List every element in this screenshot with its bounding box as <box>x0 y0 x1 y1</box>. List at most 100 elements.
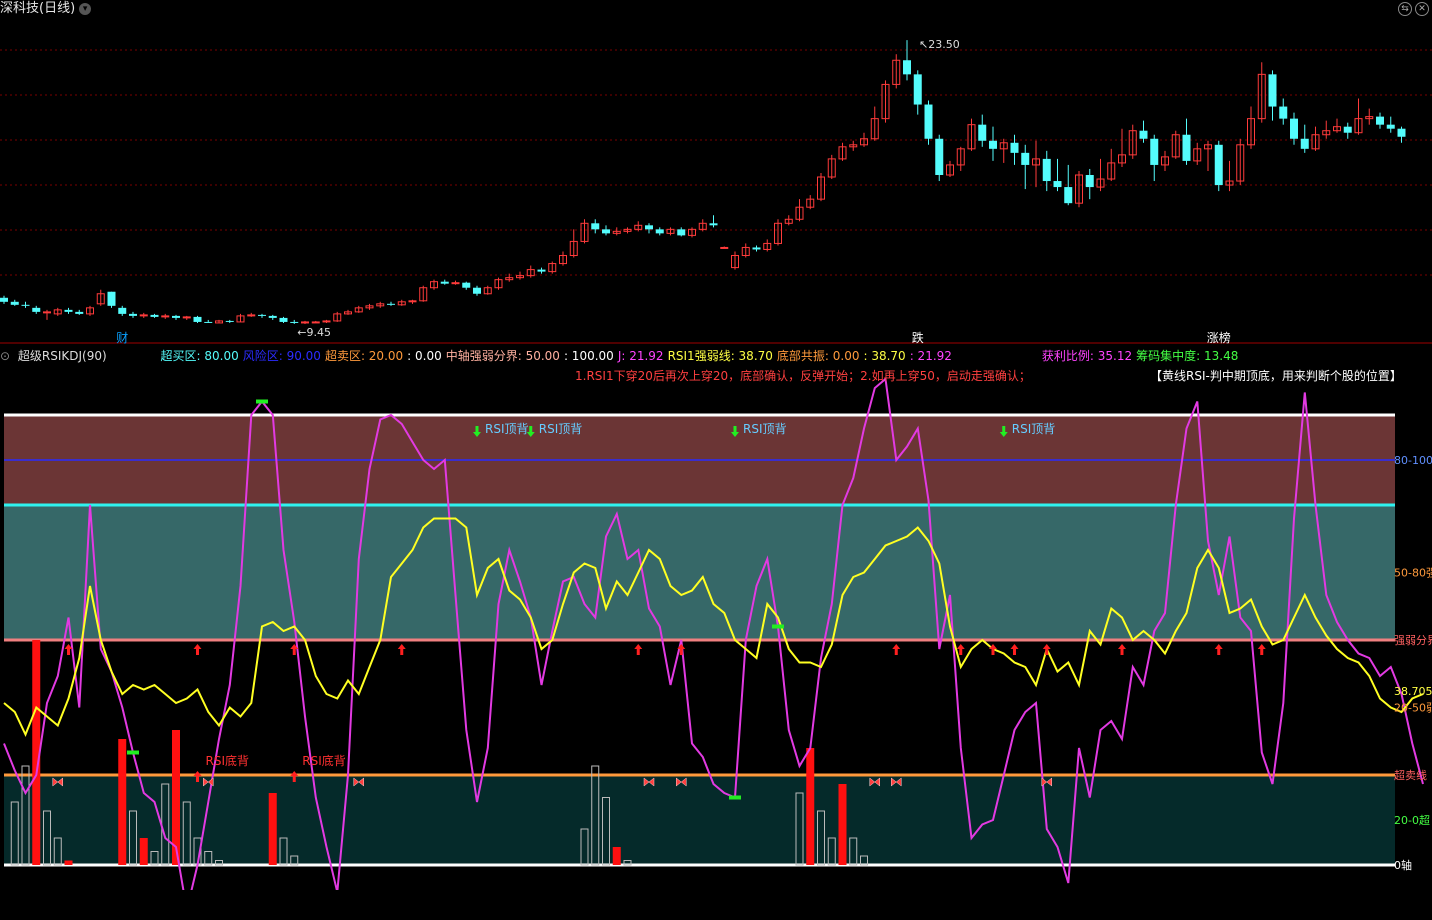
indicator-param: 底部共振: 0.00 <box>776 349 860 363</box>
buy-arrow-icon <box>1010 644 1019 655</box>
high-price-label: ↖23.50 <box>919 38 960 51</box>
candle-body-down <box>268 315 277 318</box>
histogram-bar-red <box>838 784 847 865</box>
candle-body-down <box>1064 187 1073 204</box>
candle-body-down <box>75 311 84 314</box>
indicator-param: RSI1强弱线: 38.70 <box>667 349 773 363</box>
bottom-resonance-mark <box>127 750 139 755</box>
candle-body-down <box>107 291 116 306</box>
indicator-param: : 38.70 <box>863 349 906 363</box>
indicator-note-left: 1.RSI1下穿20后再次上穿20，底部确认，反弹开始；2.如再上穿50，启动走… <box>575 369 1031 383</box>
candle-body-down <box>1290 118 1298 139</box>
candle-body-down <box>204 321 213 323</box>
candle-body-down <box>1268 74 1277 107</box>
indicator-name[interactable]: 超级RSIKDJ(90) <box>18 349 107 363</box>
event-marker: 跌 <box>912 330 924 345</box>
candle-body-down <box>64 309 73 312</box>
axis-label: 20-50弱 <box>1394 702 1432 715</box>
chart-window: ↖23.50 ←9.45 财 跌 涨榜 RSI顶背 RSI顶背 RSI顶背 RSI顶背 RSI底… <box>0 0 1432 920</box>
candle-body-down <box>1279 106 1288 119</box>
candle-body-down <box>1343 126 1352 133</box>
candle-body-down <box>1139 130 1148 139</box>
swap-icon[interactable]: ⇆ <box>1398 2 1412 16</box>
top-divergence-label: RSI顶背 <box>485 422 529 436</box>
indicator-toggle-icon[interactable]: ⊙ <box>0 349 10 363</box>
axis-label: 38.705 <box>1394 685 1432 698</box>
candle-body-down <box>1053 181 1062 188</box>
candle-body-down <box>118 307 127 314</box>
indicator-param: J: 21.92 <box>617 349 664 363</box>
indicator-note-right: 【黄线RSI-判中期顶底，用来判断个股的位置】 <box>1150 369 1402 383</box>
zone-oversold <box>4 775 1395 865</box>
axis-label: 0轴 <box>1394 858 1412 872</box>
candle-body-down <box>10 301 19 305</box>
bottom-divergence-label: RSI底背 <box>302 753 346 768</box>
candle-body-down <box>258 314 266 316</box>
indicator-chart[interactable]: RSI顶背 RSI顶背 RSI顶背 RSI顶背 RSI底背 RSI底背 80-100 50-8… <box>0 345 1432 890</box>
histogram-bar-red <box>118 739 127 865</box>
candle-body-down <box>924 104 933 139</box>
indicator-params-bar: ⊙ 超级RSIKDJ(90) 超买区: 80.00 风险区: 90.00 超卖区: … <box>0 348 1246 364</box>
candle-body-down <box>279 317 288 322</box>
candle-body-down <box>150 314 159 317</box>
indicator-param: : 100.00 <box>563 349 614 363</box>
candle-body-down <box>462 282 471 288</box>
candle-body-down <box>989 140 997 149</box>
indicator-param: 筹码集中度: 13.48 <box>1136 349 1239 363</box>
price-chart[interactable]: ↖23.50 ←9.45 财 跌 涨榜 <box>0 0 1432 345</box>
candle-body-down <box>0 297 8 302</box>
indicator-param: 超卖区: 20.00 <box>324 349 404 363</box>
top-divergence-label: RSI顶背 <box>743 422 787 436</box>
candle-body-down <box>677 229 686 236</box>
indicator-param: 风险区: 90.00 <box>242 349 321 363</box>
histogram-bar-red <box>268 793 277 865</box>
candle-body-down <box>1376 116 1384 125</box>
histogram-bar-red <box>806 748 815 865</box>
candle-body-down <box>1214 144 1223 186</box>
candle-body-down <box>32 307 41 312</box>
top-divergence-label: RSI顶背 <box>539 422 583 436</box>
candle-body-down <box>655 229 664 234</box>
candle-body-down <box>1386 124 1395 129</box>
candle-body-down <box>473 287 481 294</box>
candle-body-down <box>129 313 137 316</box>
histogram-bar-red <box>612 847 621 865</box>
candle-body-down <box>903 60 911 75</box>
axis-label: 超卖线 <box>1394 768 1427 782</box>
candle-body-down <box>1085 174 1094 188</box>
zone-strong <box>4 505 1395 640</box>
buy-arrow-icon <box>892 644 901 655</box>
candle-body-down <box>1182 134 1191 161</box>
candle-body-up <box>720 246 729 249</box>
stock-header: 深科技(日线) ▾ <box>0 0 92 18</box>
candle-body-down <box>387 303 395 305</box>
candle-body-down <box>1300 138 1309 149</box>
candle-body-down <box>537 269 546 272</box>
candle-body-down <box>913 74 922 105</box>
buy-arrow-icon <box>193 644 202 655</box>
bottom-resonance-mark <box>772 624 784 629</box>
axis-label: 80-100 <box>1394 454 1432 467</box>
candle-body-down <box>602 229 610 234</box>
chevron-down-icon[interactable]: ▾ <box>79 2 92 15</box>
histogram-bar-red <box>64 860 73 865</box>
buy-arrow-icon <box>1118 644 1126 655</box>
indicator-param: 中轴强弱分界: 50.00 <box>445 349 560 363</box>
close-icon[interactable]: ✕ <box>1415 2 1429 16</box>
candle-body-down <box>1150 138 1159 165</box>
candle-body-down <box>645 225 653 230</box>
axis-label: 强弱分界 <box>1394 634 1432 647</box>
candle-body-down <box>591 223 600 230</box>
candle-body-up <box>311 321 320 324</box>
top-divergence-label: RSI顶背 <box>1012 422 1056 436</box>
indicator-param: : 0.00 <box>407 349 442 363</box>
candle-body-down <box>172 315 180 318</box>
indicator-param: 超买区: 80.00 <box>160 349 239 363</box>
stock-title[interactable]: 深科技(日线) <box>0 1 75 16</box>
indicator-param: 获利比例: 35.12 <box>1041 349 1133 363</box>
event-marker: 财 <box>116 331 128 345</box>
candle-body-up <box>43 311 51 314</box>
axis-label: 20-0超 <box>1394 813 1430 827</box>
buy-arrow-icon <box>1257 644 1266 655</box>
histogram-bar-red <box>139 838 148 865</box>
